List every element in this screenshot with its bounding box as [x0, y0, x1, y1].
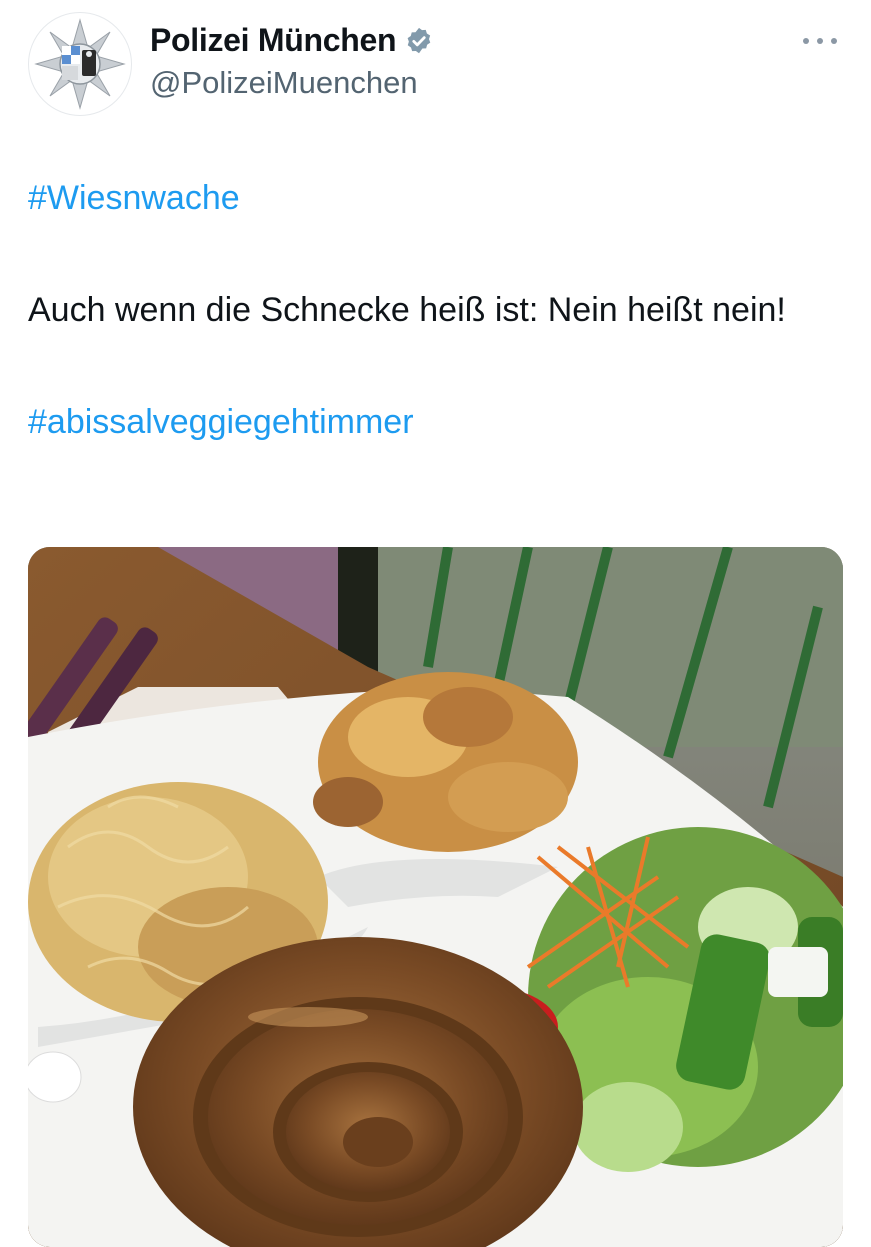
verified-badge-icon [407, 27, 431, 53]
author-handle[interactable]: @PolizeiMuenchen [150, 65, 418, 101]
hashtag-link-wiesnwache[interactable]: #Wiesnwache [28, 179, 240, 217]
author-row: Polizei München [150, 22, 434, 59]
tweet-header: Polizei München @PolizeiMuenchen [0, 0, 871, 140]
author-display-name[interactable]: Polizei München [150, 22, 397, 59]
tweet-media-photo[interactable] [28, 547, 843, 1247]
police-star-icon [34, 18, 126, 110]
tweet-body: Auch wenn die Schnecke heiß ist: Nein he… [28, 291, 786, 329]
hashtag-link-abissalveggiegehtimmer[interactable]: #abissalveggiegehtimmer [28, 403, 414, 441]
more-horizontal-icon[interactable] [803, 26, 837, 56]
food-photo-image [28, 547, 843, 1247]
avatar[interactable] [28, 12, 132, 116]
tweet-text: #Wiesnwache Auch wenn die Schnecke heiß … [28, 170, 843, 450]
